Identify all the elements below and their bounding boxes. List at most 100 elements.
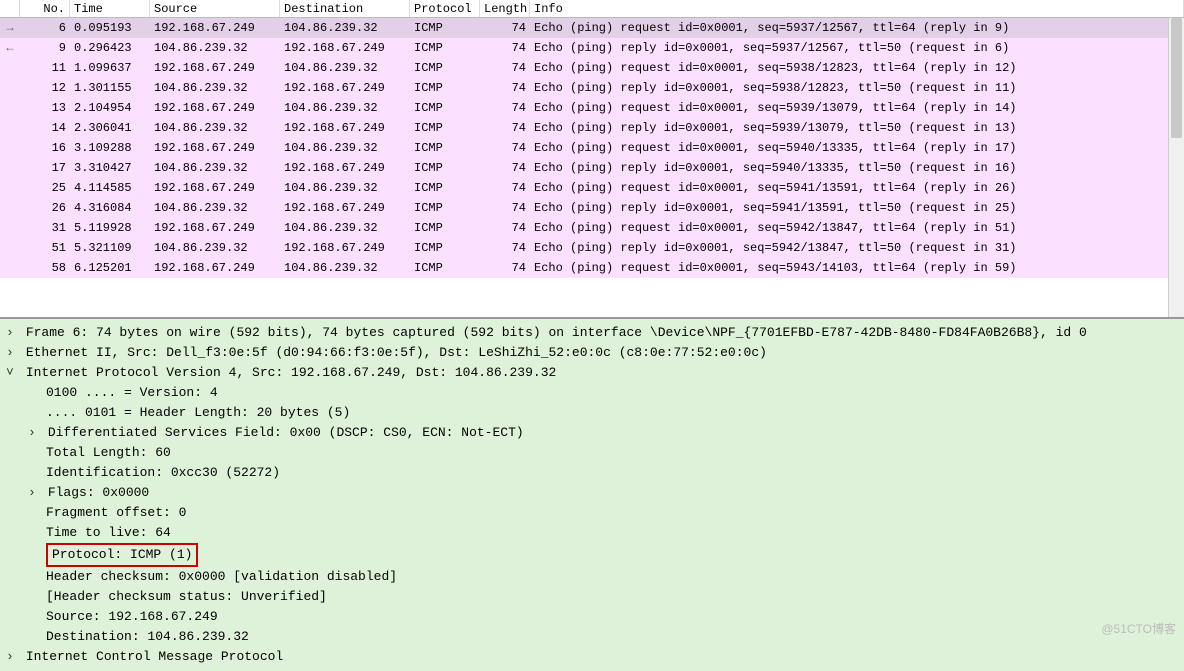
packet-destination: 104.86.239.32 (280, 58, 410, 78)
packet-row[interactable]: ←90.296423104.86.239.32192.168.67.249ICM… (0, 38, 1184, 58)
detail-ethernet[interactable]: › Ethernet II, Src: Dell_f3:0e:5f (d0:94… (6, 343, 1178, 363)
col-source-header[interactable]: Source (150, 0, 280, 17)
packet-rows-container: →60.095193192.168.67.249104.86.239.32ICM… (0, 18, 1184, 278)
packet-info: Echo (ping) request id=0x0001, seq=5938/… (530, 58, 1184, 78)
packet-length: 74 (480, 18, 530, 38)
ip-hlen[interactable]: .... 0101 = Header Length: 20 bytes (5) (6, 403, 1178, 423)
ip-cksum-status[interactable]: [Header checksum status: Unverified] (6, 587, 1178, 607)
arrow-icon (0, 258, 20, 278)
arrow-icon (0, 198, 20, 218)
ip-dsf[interactable]: › Differentiated Services Field: 0x00 (D… (6, 423, 1178, 443)
packet-row[interactable]: 132.104954192.168.67.249104.86.239.32ICM… (0, 98, 1184, 118)
watermark: @51CTO博客 (1101, 620, 1176, 637)
packet-info: Echo (ping) request id=0x0001, seq=5943/… (530, 258, 1184, 278)
packet-no: 25 (20, 178, 70, 198)
packet-time: 5.321109 (70, 238, 150, 258)
packet-row[interactable]: 121.301155104.86.239.32192.168.67.249ICM… (0, 78, 1184, 98)
ip-version[interactable]: 0100 .... = Version: 4 (6, 383, 1178, 403)
packet-row[interactable]: 254.114585192.168.67.249104.86.239.32ICM… (0, 178, 1184, 198)
packet-protocol: ICMP (410, 18, 480, 38)
ip-frag[interactable]: Fragment offset: 0 (6, 503, 1178, 523)
packet-source: 104.86.239.32 (150, 78, 280, 98)
arrow-icon (0, 218, 20, 238)
packet-info: Echo (ping) request id=0x0001, seq=5940/… (530, 138, 1184, 158)
chevron-right-icon[interactable]: › (28, 423, 40, 443)
chevron-down-icon[interactable]: ˅ (6, 363, 18, 383)
arrow-icon (0, 118, 20, 138)
packet-row[interactable]: 173.310427104.86.239.32192.168.67.249ICM… (0, 158, 1184, 178)
ip-src[interactable]: Source: 192.168.67.249 (6, 607, 1178, 627)
packet-source: 104.86.239.32 (150, 238, 280, 258)
packet-source: 192.168.67.249 (150, 138, 280, 158)
chevron-right-icon[interactable]: › (28, 483, 40, 503)
scrollbar-thumb[interactable] (1171, 18, 1182, 138)
col-proto-header[interactable]: Protocol (410, 0, 480, 17)
packet-info: Echo (ping) request id=0x0001, seq=5942/… (530, 218, 1184, 238)
packet-source: 192.168.67.249 (150, 98, 280, 118)
packet-no: 16 (20, 138, 70, 158)
ip-cksum[interactable]: Header checksum: 0x0000 [validation disa… (6, 567, 1178, 587)
ip-ttl[interactable]: Time to live: 64 (6, 523, 1178, 543)
vertical-scrollbar[interactable] (1168, 18, 1184, 317)
packet-no: 12 (20, 78, 70, 98)
packet-row[interactable]: 142.306041104.86.239.32192.168.67.249ICM… (0, 118, 1184, 138)
ip-id[interactable]: Identification: 0xcc30 (52272) (6, 463, 1178, 483)
packet-length: 74 (480, 78, 530, 98)
ip-dst[interactable]: Destination: 104.86.239.32 (6, 627, 1178, 647)
arrow-icon (0, 238, 20, 258)
frame-summary: Frame 6: 74 bytes on wire (592 bits), 74… (26, 325, 1087, 340)
chevron-right-icon[interactable]: › (6, 323, 18, 343)
col-time-header[interactable]: Time (70, 0, 150, 17)
packet-length: 74 (480, 98, 530, 118)
col-dest-header[interactable]: Destination (280, 0, 410, 17)
col-info-header[interactable]: Info (530, 0, 1184, 17)
packet-length: 74 (480, 158, 530, 178)
packet-protocol: ICMP (410, 58, 480, 78)
packet-row[interactable]: 586.125201192.168.67.249104.86.239.32ICM… (0, 258, 1184, 278)
arrow-icon (0, 98, 20, 118)
packet-details-pane[interactable]: › Frame 6: 74 bytes on wire (592 bits), … (0, 319, 1184, 671)
detail-frame[interactable]: › Frame 6: 74 bytes on wire (592 bits), … (6, 323, 1178, 343)
packet-row[interactable]: 515.321109104.86.239.32192.168.67.249ICM… (0, 238, 1184, 258)
ip-tlen[interactable]: Total Length: 60 (6, 443, 1178, 463)
ethernet-summary: Ethernet II, Src: Dell_f3:0e:5f (d0:94:6… (26, 345, 767, 360)
packet-destination: 104.86.239.32 (280, 18, 410, 38)
packet-protocol: ICMP (410, 138, 480, 158)
packet-no: 11 (20, 58, 70, 78)
packet-protocol: ICMP (410, 238, 480, 258)
packet-source: 104.86.239.32 (150, 198, 280, 218)
packet-list-pane[interactable]: No. Time Source Destination Protocol Len… (0, 0, 1184, 319)
packet-list-header[interactable]: No. Time Source Destination Protocol Len… (0, 0, 1184, 18)
packet-destination: 104.86.239.32 (280, 218, 410, 238)
packet-destination: 192.168.67.249 (280, 198, 410, 218)
chevron-right-icon[interactable]: › (6, 647, 18, 667)
packet-row[interactable]: 264.316084104.86.239.32192.168.67.249ICM… (0, 198, 1184, 218)
col-arrow-header[interactable] (0, 0, 20, 17)
packet-source: 104.86.239.32 (150, 38, 280, 58)
packet-time: 2.104954 (70, 98, 150, 118)
col-no-header[interactable]: No. (20, 0, 70, 17)
packet-row[interactable]: 315.119928192.168.67.249104.86.239.32ICM… (0, 218, 1184, 238)
packet-time: 5.119928 (70, 218, 150, 238)
packet-info: Echo (ping) reply id=0x0001, seq=5941/13… (530, 198, 1184, 218)
packet-source: 192.168.67.249 (150, 178, 280, 198)
ip-flags[interactable]: › Flags: 0x0000 (6, 483, 1178, 503)
col-length-header[interactable]: Length (480, 0, 530, 17)
packet-source: 192.168.67.249 (150, 258, 280, 278)
chevron-right-icon[interactable]: › (6, 343, 18, 363)
packet-no: 31 (20, 218, 70, 238)
packet-info: Echo (ping) request id=0x0001, seq=5941/… (530, 178, 1184, 198)
packet-row[interactable]: →60.095193192.168.67.249104.86.239.32ICM… (0, 18, 1184, 38)
packet-info: Echo (ping) request id=0x0001, seq=5937/… (530, 18, 1184, 38)
packet-row[interactable]: 111.099637192.168.67.249104.86.239.32ICM… (0, 58, 1184, 78)
packet-protocol: ICMP (410, 258, 480, 278)
packet-row[interactable]: 163.109288192.168.67.249104.86.239.32ICM… (0, 138, 1184, 158)
detail-ip[interactable]: ˅ Internet Protocol Version 4, Src: 192.… (6, 363, 1178, 383)
arrow-icon (0, 78, 20, 98)
packet-protocol: ICMP (410, 118, 480, 138)
ip-proto[interactable]: Protocol: ICMP (1) (6, 543, 1178, 567)
detail-icmp[interactable]: › Internet Control Message Protocol (6, 647, 1178, 667)
packet-no: 9 (20, 38, 70, 58)
packet-destination: 192.168.67.249 (280, 38, 410, 58)
packet-length: 74 (480, 238, 530, 258)
